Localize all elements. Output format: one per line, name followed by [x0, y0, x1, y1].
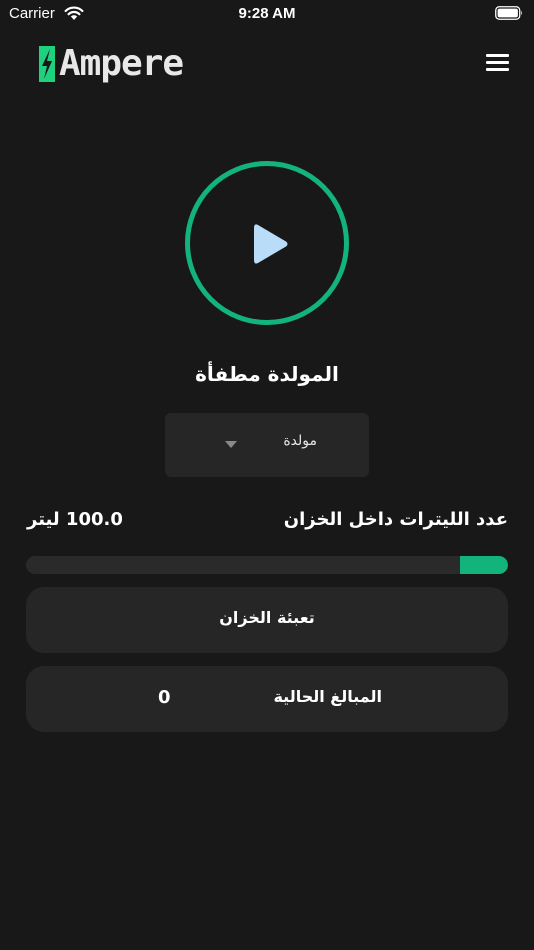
tank-liters-value: 100.0 ليتر	[27, 509, 123, 530]
generator-select-value: مولدة	[283, 433, 317, 449]
fill-tank-label: تعبئة الخزان	[219, 608, 315, 627]
app-logo: Ampere	[36, 41, 184, 87]
current-amount-label: المبالغ الحالية	[273, 687, 382, 706]
status-bar: Carrier 9:28 AM	[0, 0, 534, 28]
generator-select[interactable]: مولدة	[165, 413, 369, 477]
tank-liters-label: عدد الليترات داخل الخزان	[283, 509, 508, 530]
fill-tank-button[interactable]: تعبئة الخزان	[26, 587, 508, 653]
status-time: 9:28 AM	[238, 5, 296, 22]
app-name: Ampere	[59, 43, 184, 84]
hamburger-menu-icon[interactable]	[484, 50, 512, 74]
battery-icon	[495, 6, 523, 20]
caret-down-icon	[225, 441, 237, 448]
play-icon	[254, 224, 288, 264]
tank-level-fill	[459, 556, 508, 574]
current-amount-value: 0	[158, 687, 171, 708]
lightning-bolt-icon	[39, 46, 55, 82]
current-amount-card: المبالغ الحالية 0	[26, 666, 508, 732]
tank-level-progress-bar	[26, 556, 508, 574]
generator-status-text: المولدة مطفأة	[195, 362, 339, 386]
